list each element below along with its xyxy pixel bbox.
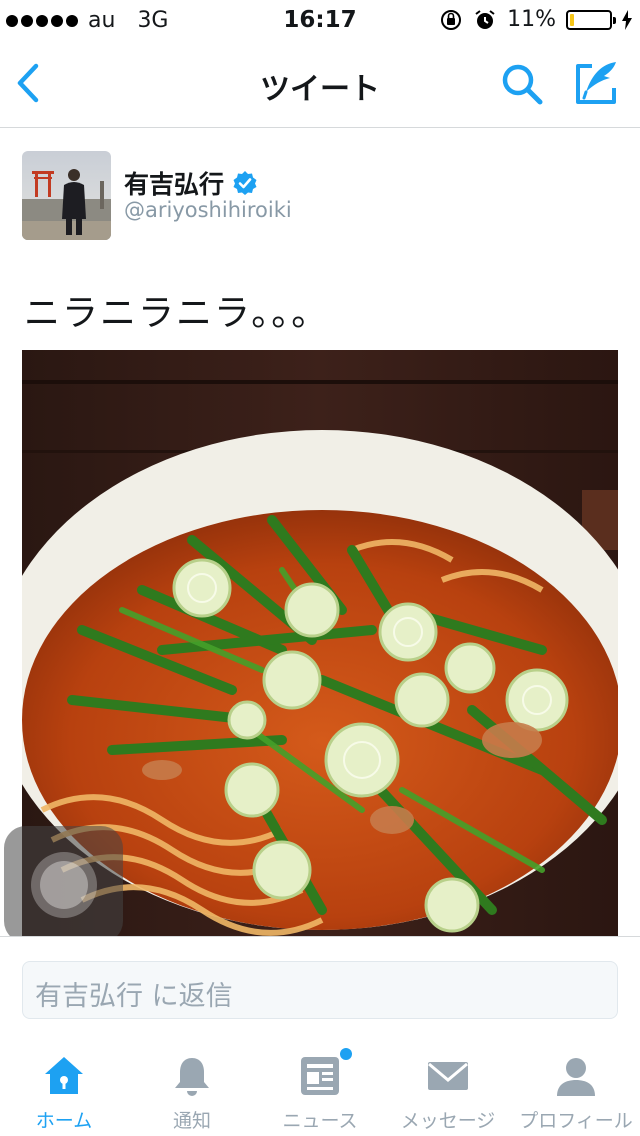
status-bar: au 3G 16:17 11%: [0, 0, 640, 40]
avatar-image: [22, 151, 111, 240]
battery-percent: 11%: [507, 7, 556, 32]
charging-bolt-icon: [622, 9, 632, 30]
person-icon: [557, 1058, 595, 1096]
tab-bar: ホーム 通知 ニュース メッセージ プロフィール: [0, 1040, 640, 1136]
battery-icon: [566, 9, 616, 30]
user-handle: @ariyoshihiroiki: [124, 198, 292, 222]
user-display-name: 有吉弘行: [124, 170, 225, 199]
tab-news-label: ニュース: [282, 1110, 358, 1132]
user-avatar[interactable]: [22, 151, 111, 240]
tab-news[interactable]: ニュース: [256, 1040, 384, 1136]
verified-badge-icon: [233, 171, 257, 195]
orientation-lock-icon: [441, 9, 462, 30]
search-icon: [502, 64, 543, 105]
tab-notifications-label: 通知: [172, 1110, 211, 1132]
tab-profile[interactable]: プロフィール: [512, 1040, 640, 1136]
tab-home[interactable]: ホーム: [0, 1040, 128, 1136]
compose-tweet-button[interactable]: [572, 58, 622, 108]
tab-profile-label: プロフィール: [519, 1110, 633, 1132]
tab-notifications[interactable]: 通知: [128, 1040, 256, 1136]
status-right: 11%: [439, 7, 632, 32]
assistive-touch-inner-ring: [40, 861, 88, 909]
envelope-icon: [428, 1062, 468, 1090]
user-name[interactable]: 有吉弘行: [124, 165, 258, 201]
tweet-text: ニラニラニラ。。。: [24, 293, 330, 334]
tab-messages[interactable]: メッセージ: [384, 1040, 512, 1136]
tab-home-label: ホーム: [35, 1110, 93, 1132]
navigation-bar: ツイート: [0, 40, 640, 128]
compose-tweet-icon: [576, 62, 616, 104]
assistive-touch-button[interactable]: [4, 826, 123, 943]
news-icon: [301, 1057, 339, 1095]
tab-messages-label: メッセージ: [400, 1110, 496, 1132]
news-badge-dot: [340, 1048, 352, 1060]
reply-input[interactable]: 有吉弘行 に返信: [22, 961, 618, 1019]
search-button[interactable]: [498, 60, 546, 108]
bell-icon: [175, 1058, 209, 1096]
home-icon: [45, 1057, 83, 1094]
reply-bar: 有吉弘行 に返信: [0, 936, 640, 1040]
alarm-icon: [475, 9, 495, 29]
